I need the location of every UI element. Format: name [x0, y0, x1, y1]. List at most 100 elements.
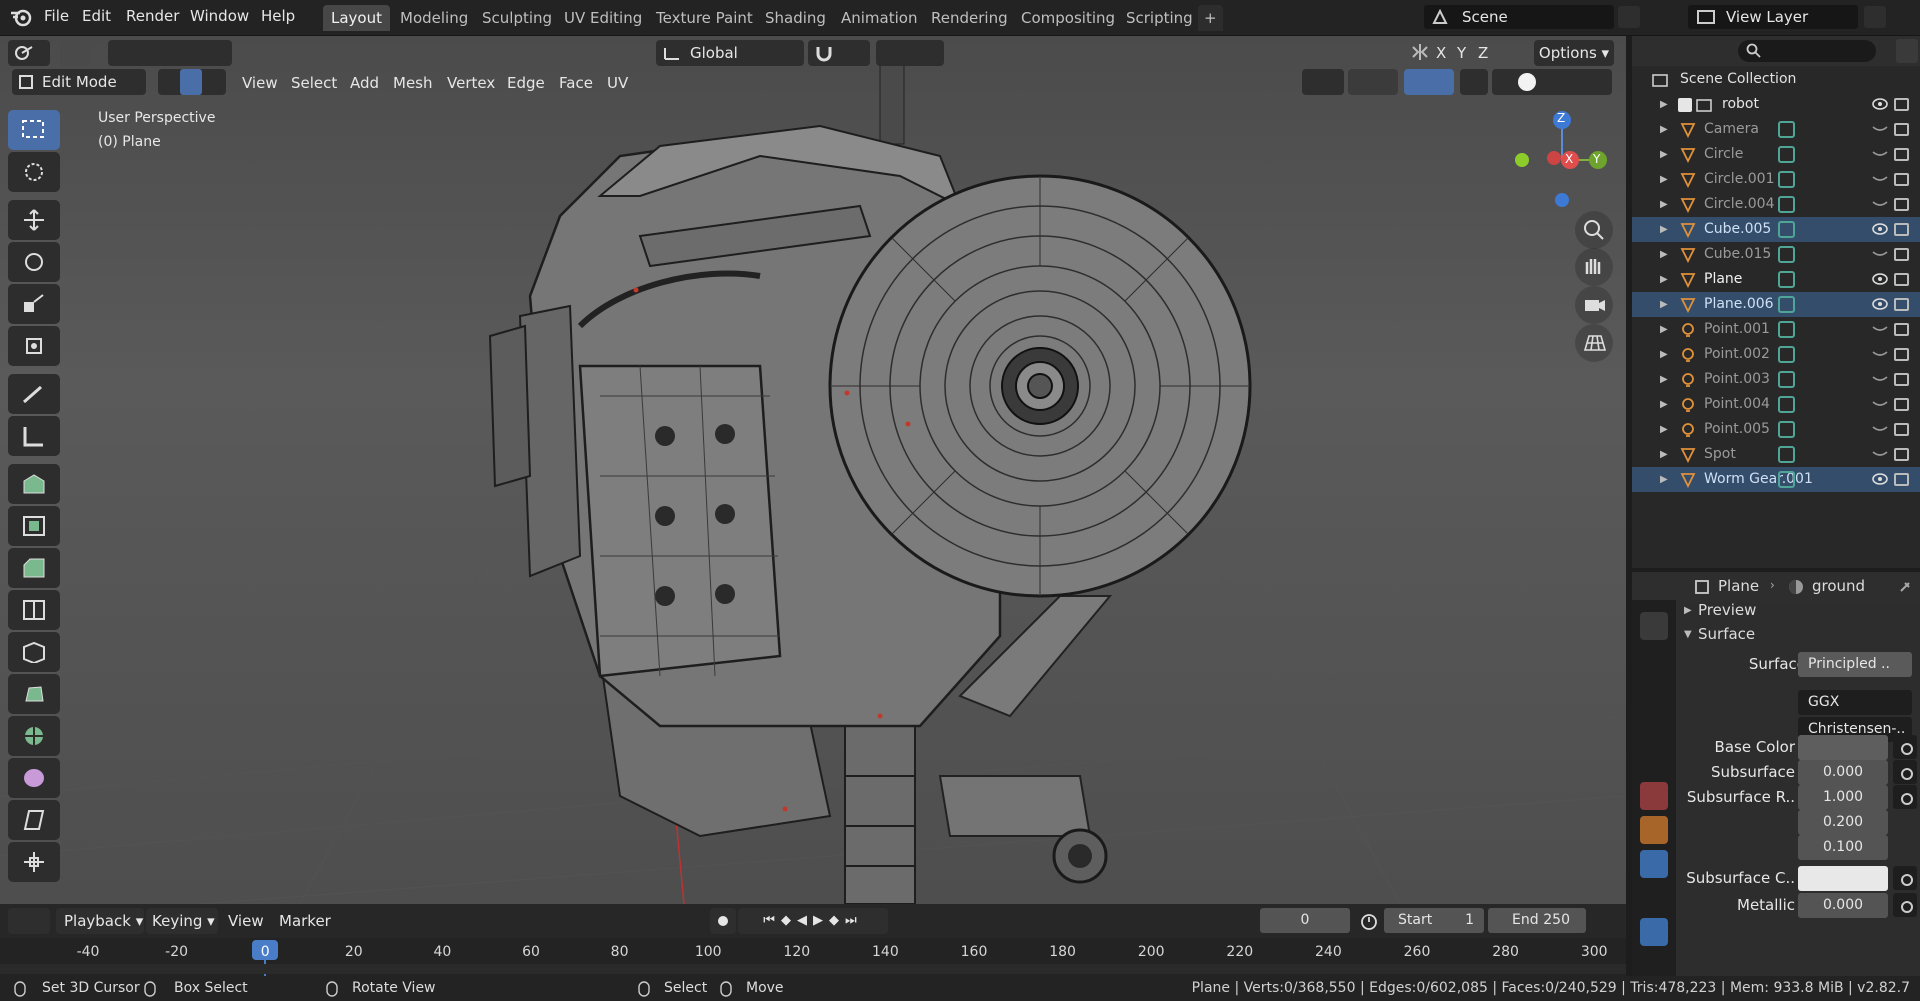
properties-editor-type-button[interactable]	[1638, 574, 1678, 600]
record-button[interactable]	[710, 908, 736, 934]
breadcrumb-object[interactable]: Plane	[1718, 577, 1759, 595]
camera-render-icon[interactable]	[1894, 348, 1909, 361]
base-color-swatch[interactable]	[1798, 735, 1888, 760]
object-data-icon[interactable]	[1778, 146, 1795, 163]
subsurface-color-swatch[interactable]	[1798, 866, 1888, 891]
object-data-icon[interactable]	[1778, 171, 1795, 188]
tool-loop-cut[interactable]	[8, 590, 60, 630]
stopwatch-icon[interactable]	[1360, 912, 1378, 930]
eye-icon[interactable]	[1872, 223, 1888, 235]
menu-view[interactable]: View	[242, 74, 278, 92]
object-tab-icon[interactable]	[1640, 816, 1668, 844]
camera-render-icon[interactable]	[1894, 223, 1909, 236]
object-data-icon[interactable]	[1778, 371, 1795, 388]
eye-closed-icon[interactable]	[1872, 423, 1888, 435]
subsurface-radius-socket-icon[interactable]	[1893, 785, 1917, 809]
base-color-socket-icon[interactable]	[1893, 735, 1917, 759]
tool-knife[interactable]	[8, 632, 60, 672]
play-icon[interactable]: ▶	[813, 913, 829, 928]
expand-arrow-icon[interactable]: ▶	[1660, 142, 1668, 167]
menu-help[interactable]: Help	[261, 7, 295, 25]
menu-file[interactable]: File	[44, 7, 69, 25]
eye-closed-icon[interactable]	[1872, 398, 1888, 410]
3d-viewport[interactable]	[0, 36, 1626, 904]
tool-scale[interactable]	[8, 284, 60, 324]
expand-arrow-icon[interactable]: ▶	[1660, 317, 1668, 342]
tool-cursor[interactable]	[8, 152, 60, 192]
zoom-icon[interactable]	[1575, 211, 1613, 249]
expand-arrow-icon[interactable]: ▶	[1660, 167, 1668, 192]
pin-icon[interactable]	[1898, 580, 1912, 594]
preview-collapse-arrow-icon[interactable]: ▶	[1684, 605, 1692, 616]
tool-rotate[interactable]	[8, 242, 60, 282]
playback-menu[interactable]: Playback ▾	[56, 908, 144, 934]
tool-bevel[interactable]	[8, 548, 60, 588]
eye-closed-icon[interactable]	[1872, 123, 1888, 135]
new-scene-button[interactable]	[1618, 6, 1640, 28]
distribution-dropdown[interactable]: GGX	[1798, 690, 1912, 715]
menu-face[interactable]: Face	[559, 74, 593, 92]
metallic-field[interactable]: 0.000	[1798, 893, 1888, 918]
menu-window[interactable]: Window	[190, 7, 249, 25]
surface-collapse-arrow-icon[interactable]: ▼	[1684, 629, 1692, 640]
expand-arrow-icon[interactable]: ▶	[1660, 292, 1668, 317]
prev-keyframe-icon[interactable]: ◆	[781, 913, 797, 928]
eye-closed-icon[interactable]	[1872, 448, 1888, 460]
tool-measure[interactable]	[8, 416, 60, 456]
outliner-item[interactable]: ▶ Point.005	[1632, 417, 1920, 442]
outliner-item[interactable]: ▶ Circle	[1632, 142, 1920, 167]
options-dropdown[interactable]: Options ▾	[1534, 40, 1614, 66]
camera-render-icon[interactable]	[1894, 398, 1909, 411]
camera-render-icon[interactable]	[1894, 198, 1909, 211]
object-data-icon[interactable]	[1778, 246, 1795, 263]
proportional-editing-dropdown[interactable]	[876, 40, 944, 66]
render-tab-icon[interactable]	[1640, 646, 1668, 674]
tab-compositing[interactable]: Compositing	[1013, 5, 1123, 31]
tab-texture-paint[interactable]: Texture Paint	[648, 5, 761, 31]
view-layer-tab-icon[interactable]	[1640, 714, 1668, 742]
tool-settings-tab-icon[interactable]	[1640, 612, 1668, 640]
timeline-editor-type-button[interactable]	[8, 908, 50, 934]
camera-render-icon[interactable]	[1894, 148, 1909, 161]
expand-arrow-icon[interactable]: ▶	[1660, 242, 1668, 267]
object-data-icon[interactable]	[1778, 421, 1795, 438]
breadcrumb-material[interactable]: ground	[1812, 577, 1865, 595]
menu-uv[interactable]: UV	[607, 74, 628, 92]
eye-icon[interactable]	[1872, 273, 1888, 285]
camera-render-icon[interactable]	[1894, 323, 1909, 336]
tool-extrude[interactable]	[8, 464, 60, 504]
outliner-item[interactable]: ▶ Point.004	[1632, 392, 1920, 417]
subsurface-radius-y[interactable]: 0.200	[1798, 810, 1888, 835]
keying-menu[interactable]: Keying ▾	[146, 908, 218, 934]
play-reverse-icon[interactable]: ◀	[797, 913, 813, 928]
gizmo-toggle[interactable]	[1348, 69, 1398, 95]
tool-select-box[interactable]	[8, 110, 60, 150]
end-frame-field[interactable]: End 250	[1488, 908, 1586, 933]
select-tool-mode-button[interactable]	[60, 40, 90, 66]
timeline-marker-menu[interactable]: Marker	[279, 912, 331, 930]
ortho-grid-icon[interactable]	[1575, 324, 1613, 362]
overlay-toggle[interactable]	[1404, 69, 1454, 95]
camera-render-icon[interactable]	[1894, 473, 1909, 486]
next-keyframe-icon[interactable]: ◆	[829, 913, 845, 928]
eye-icon[interactable]	[1872, 298, 1888, 310]
eye-closed-icon[interactable]	[1872, 173, 1888, 185]
menu-render[interactable]: Render	[126, 7, 179, 25]
outliner-item[interactable]: ▶ Circle.001	[1632, 167, 1920, 192]
tool-smooth[interactable]	[8, 758, 60, 798]
expand-arrow-icon[interactable]: ▶	[1660, 467, 1668, 492]
surface-shader-button[interactable]: Principled ..	[1798, 652, 1912, 677]
surface-panel-header[interactable]: Surface	[1698, 625, 1755, 643]
subsurface-radius-x[interactable]: 1.000	[1798, 785, 1888, 810]
tool-poly-build[interactable]	[8, 674, 60, 714]
camera-render-icon[interactable]	[1894, 448, 1909, 461]
camera-render-icon[interactable]	[1894, 423, 1909, 436]
axis-x-toggle[interactable]: X	[1436, 44, 1446, 62]
outliner-item[interactable]: ▶ Point.001	[1632, 317, 1920, 342]
expand-arrow-icon[interactable]: ▶	[1660, 192, 1668, 217]
eye-closed-icon[interactable]	[1872, 198, 1888, 210]
modifier-tab-icon[interactable]	[1640, 850, 1668, 878]
tab-rendering[interactable]: Rendering	[923, 5, 1016, 31]
tool-annotate[interactable]	[8, 374, 60, 414]
object-data-icon[interactable]	[1778, 271, 1795, 288]
